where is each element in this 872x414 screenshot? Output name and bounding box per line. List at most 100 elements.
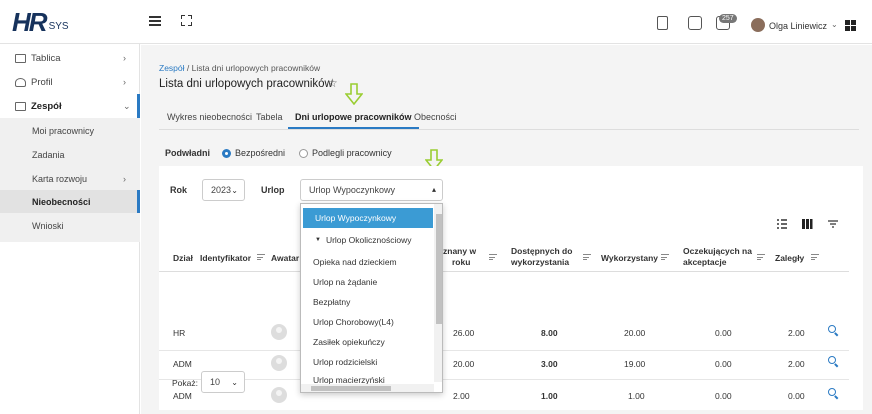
- page-size-value: 10: [210, 377, 221, 387]
- avatar: [271, 324, 287, 340]
- page-size-select[interactable]: 10 ⌄: [201, 371, 245, 393]
- menu-icon[interactable]: [149, 16, 161, 26]
- cell-oczekujacych: 0.00: [715, 328, 732, 338]
- caret-down-icon: ▼: [315, 237, 321, 243]
- chat-icon[interactable]: [688, 16, 702, 30]
- cell-przyznany: 26.00: [453, 328, 475, 338]
- col-awatar[interactable]: Awatar: [271, 253, 299, 264]
- sidebar-item-wnioski[interactable]: Wnioski: [0, 214, 140, 237]
- cell-oczekujacych: 0.00: [715, 391, 732, 401]
- subordinates-filter: Podwładni Bezpośredni Podlegli pracownic…: [165, 148, 392, 158]
- chevron-down-icon[interactable]: ⌄: [831, 20, 838, 29]
- sidebar-item-zadania[interactable]: Zadania: [0, 143, 140, 166]
- dropdown-option[interactable]: Opieka nad dzieckiem: [301, 252, 434, 272]
- apps-grid-icon[interactable]: [845, 20, 856, 31]
- notification-badge: 257: [719, 14, 737, 23]
- sort-icon[interactable]: [811, 254, 819, 260]
- radio-direct-label[interactable]: Bezpośredni: [235, 148, 285, 158]
- row-divider: [159, 350, 849, 351]
- radio-subordinate-label[interactable]: Podlegli pracownicy: [312, 148, 392, 158]
- search-icon[interactable]: [828, 356, 838, 366]
- arrow-down-icon: [345, 83, 363, 105]
- dropdown-option[interactable]: Urlop na żądanie: [301, 272, 434, 292]
- chevron-down-icon: ⌄: [231, 186, 238, 195]
- breadcrumb-link[interactable]: Zespół: [159, 63, 185, 73]
- col-dzial[interactable]: Dział: [173, 253, 193, 264]
- dropdown-scroll-thumb[interactable]: [436, 214, 442, 324]
- cell-zalegly: 0.00: [788, 391, 805, 401]
- logo-sub: SYS: [48, 21, 69, 32]
- chevron-down-icon: ⌄: [231, 378, 238, 387]
- sort-icon[interactable]: [257, 254, 265, 260]
- cell-zalegly: 2.00: [788, 328, 805, 338]
- monitor-icon: [15, 53, 26, 63]
- avatar: [271, 355, 287, 371]
- col-identyfikator[interactable]: Identyfikator: [200, 253, 251, 264]
- col-przyznany-line2: roku: [452, 257, 471, 267]
- sort-icon[interactable]: [583, 254, 591, 260]
- dropdown-hscroll-thumb[interactable]: [311, 386, 391, 391]
- dropdown-option[interactable]: Urlop Chorobowy(L4): [301, 312, 434, 332]
- sidebar-item-label: Zadania: [32, 149, 65, 160]
- dropdown-option-group[interactable]: ▼ Urlop Okolicznościowy: [301, 230, 434, 250]
- sidebar-item-moi-pracownicy[interactable]: Moi pracownicy: [0, 119, 140, 142]
- dropdown-option[interactable]: Bezpłatny: [301, 292, 434, 312]
- dropdown-option[interactable]: Urlop Wypoczynkowy: [303, 208, 433, 228]
- search-icon[interactable]: [828, 325, 838, 335]
- sidebar-item-tablica[interactable]: Tablica ›: [0, 46, 140, 70]
- leave-type-select[interactable]: Urlop Wypoczynkowy ▴: [300, 179, 443, 201]
- sidebar-item-karta-rozwoju[interactable]: Karta rozwoju ›: [0, 167, 140, 190]
- star-icon[interactable]: ☆: [327, 76, 338, 90]
- radio-direct[interactable]: [222, 148, 231, 158]
- cell-dzial: ADM: [173, 391, 192, 401]
- caret-up-icon: ▴: [431, 185, 436, 194]
- page-title: Lista dni urlopowych pracowników: [159, 78, 333, 90]
- cell-dostepnych: 1.00: [541, 391, 558, 401]
- cell-wykorzystany: 1.00: [628, 391, 645, 401]
- col-oczekujacych-line2: akceptacje: [683, 257, 727, 267]
- tabs-divider: [159, 129, 859, 130]
- sidebar-item-label: Profil: [31, 76, 53, 88]
- sidebar-item-label: Zespół: [31, 100, 62, 112]
- logo-main: HR: [12, 7, 48, 37]
- sidebar-item-label: Nieobecności: [32, 196, 91, 207]
- col-oczekujacych-line1: Oczekujących na: [683, 246, 752, 256]
- user-avatar[interactable]: [751, 18, 765, 32]
- year-select[interactable]: 2023 ⌄: [202, 179, 245, 201]
- col-zalegly[interactable]: Zaległy: [775, 253, 804, 264]
- page-size-label: Pokaż:: [172, 378, 198, 388]
- col-dostepnych-line1: Dostępnych do: [511, 246, 573, 256]
- sidebar-item-nieobecnosci[interactable]: Nieobecności: [0, 190, 140, 213]
- dropdown-option[interactable]: Zasiłek opiekuńczy: [301, 332, 434, 352]
- list-icon[interactable]: [776, 218, 788, 230]
- top-bar: HR SYS 257 Olga Liniewicz ⌄: [0, 0, 872, 44]
- cell-dzial: HR: [173, 328, 186, 338]
- cell-oczekujacych: 0.00: [715, 359, 732, 369]
- year-value: 2023: [211, 185, 232, 195]
- dropdown-option[interactable]: Urlop rodzicielski: [301, 352, 434, 372]
- sidebar-item-label: Moi pracownicy: [32, 125, 95, 136]
- app-logo[interactable]: HR SYS: [12, 7, 69, 37]
- sort-icon[interactable]: [489, 254, 497, 260]
- sort-icon[interactable]: [661, 254, 669, 260]
- col-wykorzystany[interactable]: Wykorzystany: [601, 253, 658, 264]
- col-przyznany[interactable]: znany w roku: [443, 246, 476, 268]
- columns-icon[interactable]: [801, 218, 813, 230]
- col-dostepnych[interactable]: Dostępnych do wykorzystania: [511, 246, 572, 268]
- filter-icon[interactable]: [827, 218, 839, 230]
- cell-przyznany: 2.00: [453, 391, 470, 401]
- avatar: [271, 387, 287, 403]
- tab-dni-urlopowe[interactable]: Dni urlopowe pracowników: [288, 108, 419, 129]
- user-name[interactable]: Olga Liniewicz: [769, 21, 827, 31]
- radio-subordinate[interactable]: [299, 148, 309, 158]
- clipboard-icon[interactable]: [657, 16, 668, 30]
- sidebar-item-zespol[interactable]: Zespół ⌄: [0, 94, 140, 118]
- fullscreen-icon[interactable]: [181, 15, 192, 26]
- search-icon[interactable]: [828, 388, 838, 398]
- sidebar-item-profil[interactable]: Profil ›: [0, 70, 140, 94]
- col-dostepnych-line2: wykorzystania: [511, 257, 570, 267]
- sort-icon[interactable]: [757, 254, 765, 260]
- cell-zalegly: 2.00: [788, 359, 805, 369]
- year-label: Rok: [170, 185, 188, 195]
- col-oczekujacych[interactable]: Oczekujących na akceptacje: [683, 246, 752, 268]
